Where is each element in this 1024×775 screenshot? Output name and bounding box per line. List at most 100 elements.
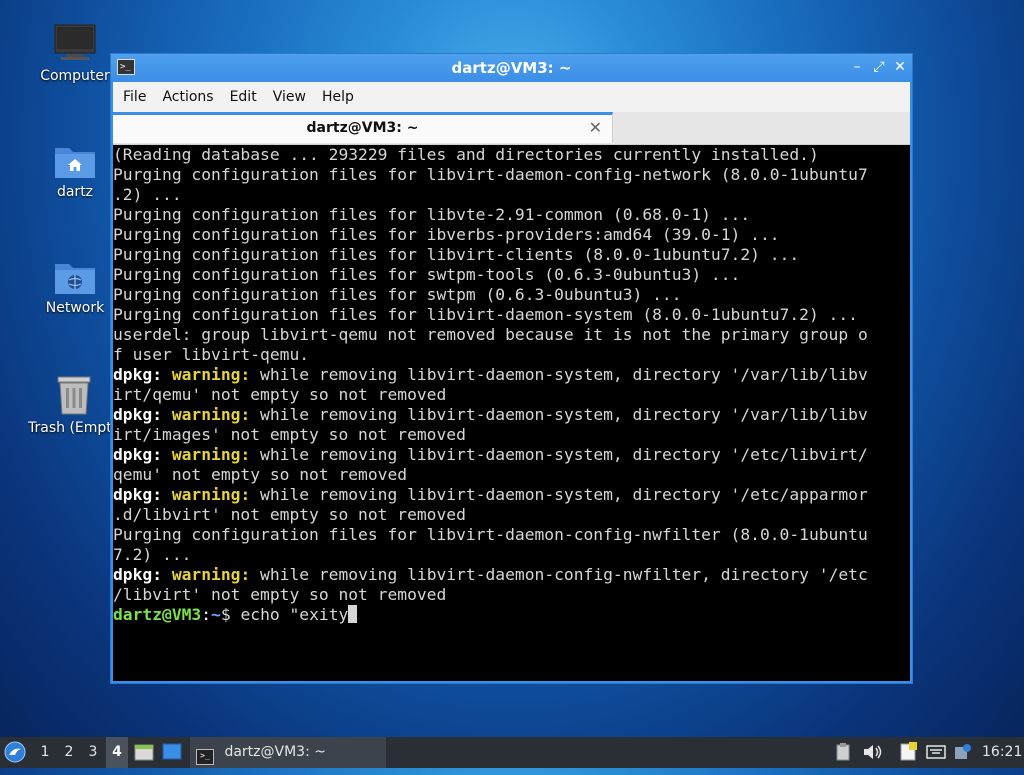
file-manager-launcher[interactable] xyxy=(134,737,156,768)
menu-view[interactable]: View xyxy=(265,82,314,112)
terminal-line: userdel: group libvirt-qemu not removed … xyxy=(113,325,910,345)
workspace-4[interactable]: 4 xyxy=(106,737,128,768)
trash-icon xyxy=(57,376,91,415)
workspace-1[interactable]: 1 xyxy=(34,737,56,768)
tray-notes[interactable] xyxy=(900,737,920,768)
taskbar-window-button[interactable]: >_ dartz@VM3: ~ xyxy=(190,737,386,768)
tab-bar: dartz@VM3: ~ ✕ xyxy=(113,112,910,145)
start-menu-button[interactable] xyxy=(4,737,28,768)
terminal-line: dpkg: warning: while removing libvirt-da… xyxy=(113,565,910,585)
dpkg-label: dpkg: xyxy=(113,445,172,464)
terminal-line: .d/libvirt' not empty so not removed xyxy=(113,505,910,525)
home-folder-icon xyxy=(55,148,95,178)
terminal-text: while removing libvirt-daemon-config-nwf… xyxy=(250,565,868,584)
file-manager-icon xyxy=(134,744,154,761)
clipboard-icon xyxy=(836,743,850,761)
prompt-path: ~ xyxy=(211,605,221,624)
terminal-line: Purging configuration files for swtpm-to… xyxy=(113,265,910,285)
warning-label: warning: xyxy=(171,365,251,384)
terminal-line: Purging configuration files for libvirt-… xyxy=(113,305,910,325)
terminal-line: irt/images' not empty so not removed xyxy=(113,425,910,445)
terminal-text: .2) ... xyxy=(113,185,182,204)
terminal-prompt-line[interactable]: dartz@VM3:~$ echo "exity xyxy=(113,605,910,625)
menu-actions[interactable]: Actions xyxy=(154,82,221,112)
warning-label: warning: xyxy=(171,485,251,504)
terminal-text: while removing libvirt-daemon-system, di… xyxy=(250,445,868,464)
terminal-line: irt/qemu' not empty so not removed xyxy=(113,385,910,405)
terminal-text: irt/qemu' not empty so not removed xyxy=(113,385,447,404)
terminal-line: Purging configuration files for libvirt-… xyxy=(113,245,910,265)
terminal-text: while removing libvirt-daemon-system, di… xyxy=(250,365,868,384)
minimize-button[interactable]: – xyxy=(848,58,866,76)
terminal-text: qemu' not empty so not removed xyxy=(113,465,408,484)
terminal-text: Purging configuration files for swtpm-to… xyxy=(113,265,741,284)
taskbar: 1 2 3 4 >_ dartz@VM3: ~ 16:21 xyxy=(0,737,1024,768)
desktop-icon-network[interactable]: Network xyxy=(30,258,120,316)
desktop-icon-computer[interactable]: Computer xyxy=(30,24,120,84)
terminal-text: userdel: group libvirt-qemu not removed … xyxy=(113,325,868,344)
taskbar-window-label: dartz@VM3: ~ xyxy=(224,744,326,760)
dpkg-label: dpkg: xyxy=(113,485,172,504)
terminal-text: Purging configuration files for libvirt-… xyxy=(113,165,868,184)
menu-bar: File Actions Edit View Help xyxy=(113,82,910,112)
terminal-text: Purging configuration files for swtpm (0… xyxy=(113,285,682,304)
terminal-text: Purging configuration files for ibverbs-… xyxy=(113,225,780,244)
tray-network[interactable] xyxy=(926,737,948,768)
prompt-command: echo "exity xyxy=(240,605,349,624)
terminal-text: Purging configuration files for libvte-2… xyxy=(113,205,751,224)
terminal-line: dpkg: warning: while removing libvirt-da… xyxy=(113,445,910,465)
terminal-line: Purging configuration files for swtpm (0… xyxy=(113,285,910,305)
terminal-text: Purging configuration files for libvirt-… xyxy=(113,305,858,324)
terminal-line: Purging configuration files for ibverbs-… xyxy=(113,225,910,245)
network-icon xyxy=(926,745,946,759)
desktop-icon-label: dartz xyxy=(56,184,94,200)
terminal-text: Purging configuration files for libvirt-… xyxy=(113,245,800,264)
prompt-separator: : xyxy=(201,605,212,624)
desktop-icon-label: Computer xyxy=(40,68,110,84)
dpkg-label: dpkg: xyxy=(113,565,172,584)
notes-icon xyxy=(900,742,917,761)
maximize-button[interactable]: ⤢ xyxy=(870,58,888,76)
tray-updates[interactable] xyxy=(954,737,974,768)
terminal-text: /libvirt' not empty so not removed xyxy=(113,585,447,604)
text-cursor xyxy=(348,605,358,623)
menu-help[interactable]: Help xyxy=(314,82,362,112)
warning-label: warning: xyxy=(171,405,251,424)
tray-clipboard[interactable] xyxy=(836,737,852,768)
terminal-text: while removing libvirt-daemon-system, di… xyxy=(250,405,868,424)
warning-label: warning: xyxy=(171,445,251,464)
workspace-2[interactable]: 2 xyxy=(58,737,80,768)
desktop-icon xyxy=(162,743,182,760)
terminal-line: qemu' not empty so not removed xyxy=(113,465,910,485)
terminal-line: dpkg: warning: while removing libvirt-da… xyxy=(113,405,910,425)
menu-file[interactable]: File xyxy=(113,82,154,112)
terminal-text: while removing libvirt-daemon-system, di… xyxy=(250,485,868,504)
tray-volume[interactable] xyxy=(862,737,884,768)
workspace-3[interactable]: 3 xyxy=(82,737,104,768)
dpkg-label: dpkg: xyxy=(113,365,172,384)
terminal-output[interactable]: (Reading database ... 293229 files and d… xyxy=(113,145,910,681)
tab-label: dartz@VM3: ~ xyxy=(306,120,419,136)
tab-terminal[interactable]: dartz@VM3: ~ ✕ xyxy=(113,112,613,143)
desktop-icon-home[interactable]: dartz xyxy=(30,142,120,200)
update-notifier-icon xyxy=(955,744,971,759)
window-titlebar[interactable]: >_ dartz@VM3: ~ – ⤢ ✕ xyxy=(111,54,912,82)
terminal-line: (Reading database ... 293229 files and d… xyxy=(113,145,910,165)
menu-edit[interactable]: Edit xyxy=(222,82,265,112)
desktop-icon-label: Network xyxy=(45,300,105,316)
terminal-task-icon: >_ xyxy=(196,749,214,765)
terminal-window: >_ dartz@VM3: ~ – ⤢ ✕ File Actions Edit Vie… xyxy=(110,53,913,684)
terminal-line: f user libvirt-qemu. xyxy=(113,345,910,365)
network-folder-icon xyxy=(55,264,95,294)
prompt-user-host: dartz@VM3 xyxy=(113,605,202,624)
terminal-line: Purging configuration files for libvirt-… xyxy=(113,525,910,545)
tab-close-icon[interactable]: ✕ xyxy=(589,118,602,137)
computer-icon xyxy=(54,24,96,60)
close-button[interactable]: ✕ xyxy=(891,58,909,76)
terminal-line: /libvirt' not empty so not removed xyxy=(113,585,910,605)
volume-icon xyxy=(864,745,882,759)
show-desktop-launcher[interactable] xyxy=(162,737,184,768)
terminal-text: (Reading database ... 293229 files and d… xyxy=(113,145,819,164)
terminal-text: irt/images' not empty so not removed xyxy=(113,425,466,444)
clock[interactable]: 16:21 xyxy=(982,737,1022,768)
